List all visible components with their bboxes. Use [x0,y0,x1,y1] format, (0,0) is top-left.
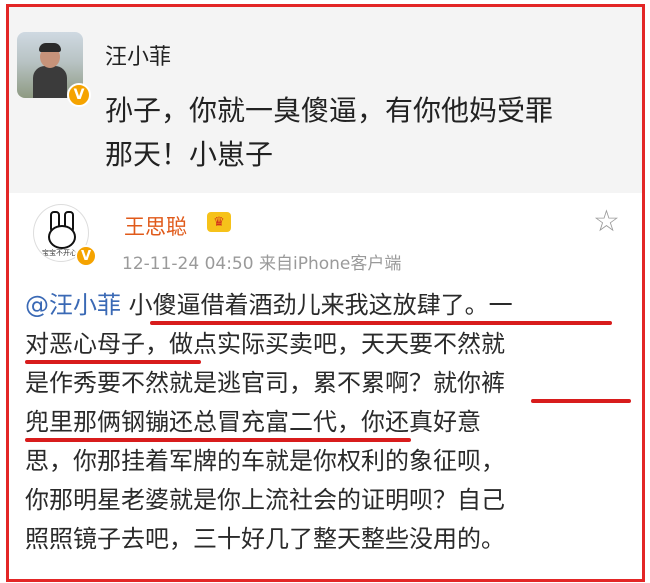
reply-text-span: 小傻逼借着酒劲儿来我这放肆了。一 [128,291,513,319]
reply-text-line: 兜里那俩钢镚还总冒充富二代，你还真好意 [25,403,631,442]
reply-text-line: 是作秀要不然就是逃官司，累不累啊？就你裤 [25,364,631,403]
reply-post: 宝宝不开心 V 王思聪 ♛ 12-11-24 04:50 来自iPhone客户端… [9,193,642,579]
post-text: 孙子，你就一臭傻逼，有你他妈受罪 那天！小崽子 [105,89,625,177]
reply-text-span: 是作秀要不然就是逃官司，累不累啊？就你裤 [25,369,505,397]
reply-text-span: 兜里那俩钢镚还总冒充富二代，你还真好意 [25,408,481,436]
reply-text-line: 思，你那挂着军牌的车就是你权利的象征呗， [25,442,631,481]
avatar-caption: 宝宝不开心 [42,249,77,257]
verified-badge-icon: V [67,83,91,107]
screenshot-frame: V 汪小菲 孙子，你就一臭傻逼，有你他妈受罪 那天！小崽子 宝宝不开心 V 王思… [6,4,645,582]
star-icon[interactable]: ☆ [593,207,620,237]
post-text-line: 那天！小崽子 [105,138,274,171]
crown-icon: ♛ [207,212,231,232]
reply-text-span: 你那明星老婆就是你上流社会的证明呗？自己 [25,486,505,514]
reply-text: @汪小菲 小傻逼借着酒劲儿来我这放肆了。一 对恶心母子，做点实际买卖吧，天天要不… [25,286,631,559]
reply-text-span: 照照镜子去吧，三十好几了整天整些没用的。 [25,525,505,553]
reply-text-span: 思，你那挂着军牌的车就是你权利的象征呗， [25,447,505,475]
timestamp: 12-11-24 04:50 [122,254,254,274]
author-name[interactable]: 王思聪 [124,211,187,241]
post-meta: 12-11-24 04:50 来自iPhone客户端 [122,249,401,274]
reply-text-line: @汪小菲 小傻逼借着酒劲儿来我这放肆了。一 [25,286,631,325]
reply-text-span: 对恶心母子，做点实际买卖吧，天天要不然就 [25,330,505,358]
reply-text-line: 对恶心母子，做点实际买卖吧，天天要不然就 [25,325,631,364]
reply-text-line: 你那明星老婆就是你上流社会的证明呗？自己 [25,481,631,520]
reply-text-line: 照照镜子去吧，三十好几了整天整些没用的。 [25,520,631,559]
post-text-line: 孙子，你就一臭傻逼，有你他妈受罪 [105,94,554,127]
author-name[interactable]: 汪小菲 [105,39,171,71]
original-post: V 汪小菲 孙子，你就一臭傻逼，有你他妈受罪 那天！小崽子 [9,7,642,193]
post-source[interactable]: 来自iPhone客户端 [259,254,401,274]
mention-link[interactable]: @汪小菲 [25,291,121,319]
verified-badge-icon: V [75,245,97,267]
